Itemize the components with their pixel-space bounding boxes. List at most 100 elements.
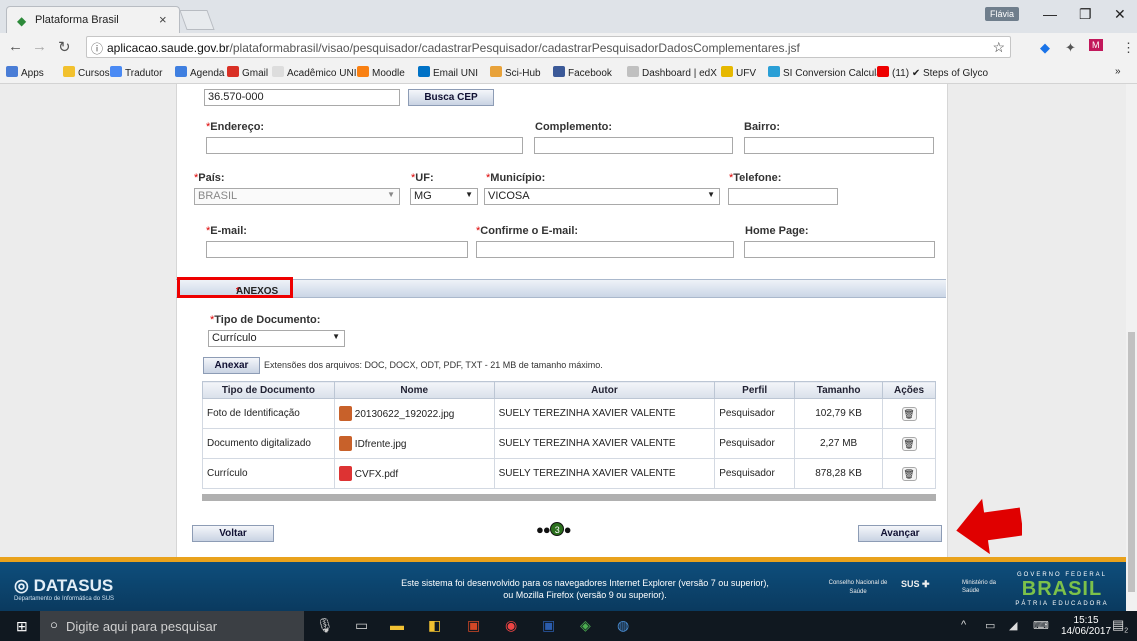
step-dot: ● bbox=[563, 522, 572, 537]
tipo-documento-label: *Tipo de Documento: bbox=[210, 314, 321, 326]
bookmark-ufv[interactable]: UFV bbox=[721, 66, 756, 79]
cell-autor: SUELY TEREZINHA XAVIER VALENTE bbox=[493, 428, 716, 459]
busca-cep-button[interactable]: Busca CEP bbox=[408, 89, 494, 106]
extension-m-icon[interactable]: M bbox=[1089, 39, 1103, 51]
bookmark-apps[interactable]: Apps bbox=[6, 66, 44, 79]
chevron-down-icon: ▼ bbox=[707, 190, 715, 199]
taskbar-search[interactable]: ○ Digite aqui para pesquisar bbox=[40, 611, 304, 641]
bookmark-cursos[interactable]: Cursos bbox=[63, 66, 110, 79]
chevron-down-icon: ▼ bbox=[332, 332, 340, 341]
reload-icon[interactable]: ↻ bbox=[58, 38, 71, 56]
cep-input[interactable]: 36.570-000 bbox=[204, 89, 400, 106]
site-footer: ◎ DATASUS Departamento de Informática do … bbox=[0, 557, 1126, 611]
delete-trash-icon[interactable]: 🗑 bbox=[901, 466, 917, 481]
bairro-input[interactable] bbox=[744, 137, 934, 154]
bookmarks-bar: Apps Cursos Tradutor Agenda Gmail Acadêm… bbox=[0, 61, 1137, 84]
cell-nome[interactable]: CVFX.pdf bbox=[333, 458, 495, 489]
cell-acoes: 🗑 bbox=[882, 458, 936, 489]
cell-autor: SUELY TEREZINHA XAVIER VALENTE bbox=[493, 458, 716, 489]
delete-trash-icon[interactable]: 🗑 bbox=[901, 436, 917, 451]
address-bar[interactable]: ⓘ aplicacao.saude.gov.br/plataformabrasi… bbox=[86, 36, 1011, 58]
uf-select[interactable]: MG ▼ bbox=[410, 188, 478, 205]
homepage-label: Home Page: bbox=[745, 225, 809, 237]
delete-trash-icon[interactable]: 🗑 bbox=[901, 406, 917, 421]
forward-arrow-icon[interactable]: → bbox=[32, 38, 47, 55]
task-view-icon[interactable]: ▭ bbox=[355, 617, 368, 634]
homepage-input[interactable] bbox=[744, 241, 935, 258]
avancar-button[interactable]: Avançar bbox=[858, 525, 942, 542]
pais-label: *País: bbox=[194, 172, 225, 184]
chrome-icon[interactable]: ◉ bbox=[505, 617, 517, 634]
extension-puzzle-icon[interactable]: ✦ bbox=[1065, 40, 1076, 56]
table-row: Foto de Identificação 20130622_192022.jp… bbox=[202, 398, 936, 429]
minimize-icon[interactable]: — bbox=[1043, 6, 1057, 22]
anexos-table: Tipo de Documento Nome Autor Perfil Tama… bbox=[202, 381, 936, 489]
menu-kebab-icon[interactable]: ⋮ bbox=[1122, 40, 1135, 56]
new-tab-button[interactable] bbox=[179, 10, 215, 30]
municipio-select[interactable]: VICOSA ▼ bbox=[484, 188, 720, 205]
tipo-documento-select[interactable]: Currículo ▼ bbox=[208, 330, 345, 347]
ministerio-logo: Ministério da Saúde bbox=[962, 580, 997, 594]
powerpoint-icon[interactable]: ▣ bbox=[467, 617, 480, 634]
windows-start-icon[interactable]: ⊞ bbox=[16, 618, 28, 635]
bookmark-edx[interactable]: Dashboard | edX bbox=[627, 66, 717, 79]
datasus-swirl-icon: ◎ bbox=[14, 576, 34, 595]
sticky-notes-icon[interactable]: ◧ bbox=[428, 617, 441, 634]
bookmark-gmail[interactable]: Gmail bbox=[227, 66, 268, 79]
bookmark-tradutor[interactable]: Tradutor bbox=[110, 66, 162, 79]
profile-button[interactable]: Flávia bbox=[985, 7, 1020, 21]
app-green-icon[interactable]: ◈ bbox=[580, 617, 591, 634]
bookmark-scihub[interactable]: Sci-Hub bbox=[490, 66, 541, 79]
browser-toolbar: ← → ↻ ⓘ aplicacao.saude.gov.br/plataform… bbox=[0, 33, 1137, 61]
sus-cross-icon: ✚ bbox=[919, 579, 930, 589]
conselho-logo: Conselho Nacional de Saúde bbox=[828, 580, 888, 595]
bookmark-youtube-steps[interactable]: (11) ✔ Steps of Glyco bbox=[877, 66, 988, 79]
bookmark-email-uni[interactable]: Email UNI bbox=[418, 66, 478, 79]
wifi-icon[interactable]: ◢ bbox=[1009, 619, 1017, 632]
email-input[interactable] bbox=[206, 241, 468, 258]
bookmark-academico[interactable]: Acadêmico UNI bbox=[272, 66, 356, 79]
bookmarks-overflow[interactable]: » bbox=[1115, 66, 1121, 77]
anexar-button[interactable]: Anexar bbox=[203, 357, 260, 374]
cell-nome[interactable]: IDfrente.jpg bbox=[333, 428, 495, 459]
col-autor: Autor bbox=[493, 381, 716, 399]
battery-icon[interactable]: ▭ bbox=[985, 619, 995, 632]
pais-select[interactable]: BRASIL ▼ bbox=[194, 188, 400, 205]
table-row: Currículo CVFX.pdf SUELY TEREZINHA XAVIE… bbox=[202, 458, 936, 489]
table-row: Documento digitalizado IDfrente.jpg SUEL… bbox=[202, 428, 936, 459]
url-text: aplicacao.saude.gov.br/plataformabrasil/… bbox=[107, 41, 800, 55]
word-icon[interactable]: ▣ bbox=[542, 617, 555, 634]
footer-browser-note: Este sistema foi desenvolvido para os na… bbox=[401, 578, 769, 600]
file-explorer-icon[interactable]: ▬ bbox=[390, 617, 404, 633]
complemento-label: Complemento: bbox=[535, 121, 612, 133]
maximize-icon[interactable]: ❐ bbox=[1079, 6, 1092, 23]
confirme-email-input[interactable] bbox=[476, 241, 734, 258]
tab-close-icon[interactable]: × bbox=[159, 12, 167, 27]
scrollbar-thumb[interactable] bbox=[1128, 332, 1135, 592]
tray-chevron-icon[interactable]: ^ bbox=[961, 619, 966, 631]
app-blue-icon[interactable]: ◍ bbox=[617, 617, 629, 634]
endereco-input[interactable] bbox=[206, 137, 523, 154]
cell-nome[interactable]: 20130622_192022.jpg bbox=[333, 398, 495, 429]
bookmark-si-conversion[interactable]: SI Conversion Calcula bbox=[768, 66, 882, 79]
bookmark-facebook[interactable]: Facebook bbox=[553, 66, 612, 79]
window-close-icon[interactable]: ✕ bbox=[1114, 6, 1126, 23]
cell-tamanho: 2,27 MB bbox=[794, 428, 884, 459]
telefone-input[interactable] bbox=[728, 188, 838, 205]
browser-tab[interactable]: ◆ Plataforma Brasil × bbox=[6, 6, 180, 33]
taskbar-clock[interactable]: 15:15 14/06/2017 bbox=[1061, 615, 1111, 637]
red-arrow-annotation-icon bbox=[956, 498, 1022, 554]
keyboard-icon[interactable]: ⌨ bbox=[1033, 619, 1049, 632]
bookmark-agenda[interactable]: Agenda bbox=[175, 66, 224, 79]
microphone-icon[interactable]: 🎙 bbox=[316, 617, 334, 634]
page-scrollbar[interactable] bbox=[1126, 84, 1137, 611]
back-arrow-icon[interactable]: ← bbox=[8, 38, 23, 55]
plataforma-favicon-icon: ◆ bbox=[17, 14, 27, 28]
voltar-button[interactable]: Voltar bbox=[192, 525, 274, 542]
notifications-icon[interactable]: ▤2 bbox=[1112, 617, 1128, 635]
bookmark-star-icon[interactable]: ☆ bbox=[992, 39, 1005, 56]
extension-diamond-icon[interactable]: ◆ bbox=[1040, 40, 1050, 56]
complemento-input[interactable] bbox=[534, 137, 733, 154]
bookmark-moodle[interactable]: Moodle bbox=[357, 66, 405, 79]
site-info-icon[interactable]: ⓘ bbox=[91, 40, 103, 57]
